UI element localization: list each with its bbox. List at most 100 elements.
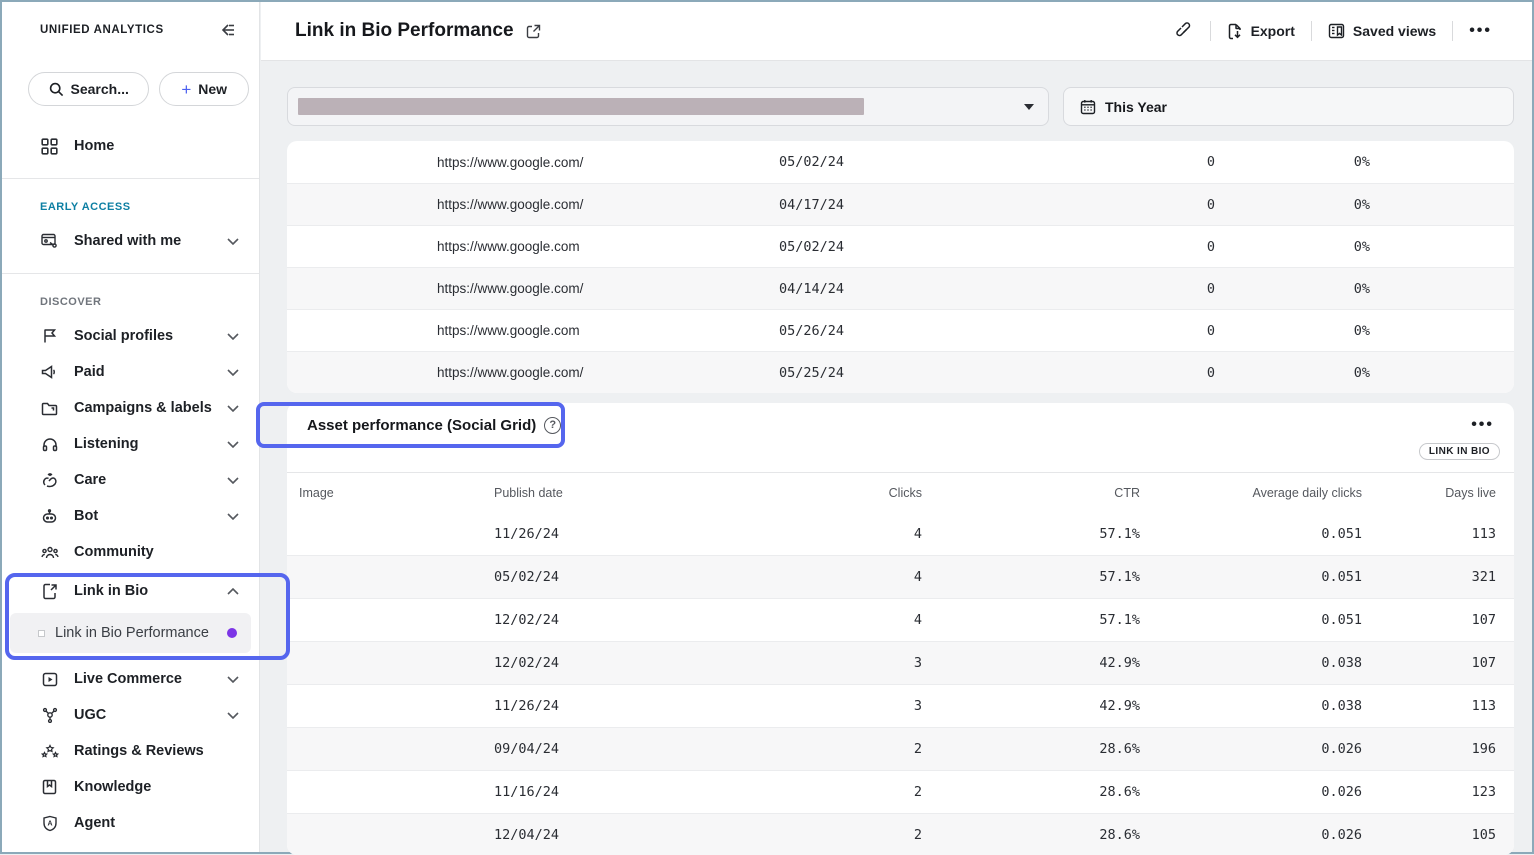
table-row[interactable]: 12/02/24 4 57.1% 0.051 107	[287, 598, 1514, 641]
column-header-image[interactable]: Image	[287, 486, 494, 500]
cell-ctr: 28.6%	[924, 741, 1142, 757]
open-external-icon[interactable]	[526, 24, 541, 39]
column-header-days-live[interactable]: Days live	[1364, 486, 1514, 500]
table-row[interactable]: 12/02/24 3 42.9% 0.038 107	[287, 641, 1514, 684]
sidebar-item-community[interactable]: Community	[2, 534, 259, 570]
asset-card-kebab-menu[interactable]: •••	[1471, 416, 1494, 434]
cell-clicks: 3	[754, 698, 924, 714]
search-button[interactable]: Search...	[28, 72, 149, 106]
sidebar-subitem-link-in-bio-performance-label: Link in Bio Performance	[55, 625, 217, 641]
sidebar-item-care[interactable]: Care	[2, 462, 259, 498]
table-row[interactable]: 11/16/24 2 28.6% 0.026 123	[287, 770, 1514, 813]
sidebar-subitem-link-in-bio-performance[interactable]: Link in Bio Performance	[10, 613, 251, 653]
care-hand-icon	[40, 472, 59, 488]
cell-days-live: 196	[1364, 741, 1514, 757]
chevron-down-icon	[227, 676, 239, 683]
sidebar-item-shared-with-me-label: Shared with me	[74, 233, 212, 249]
asset-performance-title: Asset performance (Social Grid) ?	[307, 417, 561, 434]
asset-performance-card: Asset performance (Social Grid) ? ••• LI…	[287, 403, 1514, 855]
new-button-label: New	[198, 81, 227, 97]
table-row[interactable]: https://www.google.com/ 05/25/24 0 0% 0 …	[287, 351, 1514, 393]
cell-days-live: 321	[1364, 569, 1514, 585]
table-row[interactable]: https://www.google.com 05/26/24 0 0% 0 2…	[287, 309, 1514, 351]
column-header-average-daily-clicks[interactable]: Average daily clicks	[1142, 486, 1364, 500]
redacted-filter-value	[298, 98, 864, 115]
cell-clicks: 2	[754, 741, 924, 757]
sidebar-item-agent[interactable]: A Agent	[2, 805, 259, 841]
table-row[interactable]: https://www.google.com/ 04/14/24 0 0% 0 …	[287, 267, 1514, 309]
table-row[interactable]: 09/04/24 2 28.6% 0.026 196	[287, 727, 1514, 770]
table-row[interactable]: 05/02/24 4 57.1% 0.051 321	[287, 555, 1514, 598]
cell-publish-date: 05/02/24	[779, 154, 1062, 170]
cell-publish-date: 12/04/24	[494, 827, 754, 843]
folder-tag-icon	[40, 401, 59, 416]
cell-average-daily-clicks: 0.051	[1142, 569, 1364, 585]
sidebar-item-campaigns-labels[interactable]: Campaigns & labels	[2, 390, 259, 426]
sidebar-item-social-profiles[interactable]: Social profiles	[2, 318, 259, 354]
cell-url: https://www.google.com	[437, 323, 779, 338]
sidebar-item-home-label: Home	[74, 138, 239, 154]
export-button[interactable]: Export	[1227, 23, 1295, 40]
sidebar-item-campaigns-labels-label: Campaigns & labels	[74, 400, 212, 416]
dropdown-caret-icon	[1024, 104, 1034, 110]
cell-publish-date: 05/26/24	[779, 323, 1062, 339]
copy-link-icon[interactable]	[1176, 22, 1194, 40]
asset-performance-title-text: Asset performance (Social Grid)	[307, 417, 536, 434]
column-header-ctr[interactable]: CTR	[924, 486, 1142, 500]
sidebar-item-bot[interactable]: Bot	[2, 498, 259, 534]
date-range-picker[interactable]: This Year	[1063, 87, 1514, 126]
cell-publish-date: 09/04/24	[494, 741, 754, 757]
cell-ctr: 42.9%	[924, 655, 1142, 671]
cell-clicks: 2	[754, 827, 924, 843]
cell-ctr: 0%	[1217, 323, 1372, 339]
new-button[interactable]: + New	[159, 72, 249, 106]
header-kebab-menu[interactable]: •••	[1469, 22, 1492, 40]
sidebar-item-listening[interactable]: Listening	[2, 426, 259, 462]
cell-publish-date: 12/02/24	[494, 655, 754, 671]
cell-url: https://www.google.com/	[437, 155, 779, 170]
sidebar-item-care-label: Care	[74, 472, 212, 488]
search-icon	[49, 82, 64, 97]
table-row[interactable]: https://www.google.com/ 05/02/24 0 0% 0 …	[287, 141, 1514, 183]
sidebar-item-knowledge[interactable]: Knowledge	[2, 769, 259, 805]
plus-icon: +	[181, 81, 191, 98]
help-icon[interactable]: ?	[544, 417, 561, 434]
divider	[2, 273, 259, 274]
table-row[interactable]: 12/04/24 2 28.6% 0.026 105	[287, 813, 1514, 855]
filter-bar: This Year	[261, 61, 1532, 126]
cell-days-live: 107	[1364, 612, 1514, 628]
divider	[2, 178, 259, 179]
sidebar-item-ugc[interactable]: UGC	[2, 697, 259, 733]
cell-average-daily-clicks: 0	[1372, 281, 1514, 297]
sidebar-item-shared-with-me[interactable]: Shared with me	[2, 223, 259, 259]
cell-clicks: 4	[754, 526, 924, 542]
chevron-down-icon	[227, 405, 239, 412]
collapse-sidebar-icon[interactable]	[219, 22, 237, 38]
table-row[interactable]: 11/26/24 3 42.9% 0.038 113	[287, 684, 1514, 727]
chevron-down-icon	[227, 513, 239, 520]
sidebar-item-ratings-reviews[interactable]: Ratings & Reviews	[2, 733, 259, 769]
sidebar-item-link-in-bio[interactable]: Link in Bio	[2, 573, 259, 609]
sidebar-item-paid[interactable]: Paid	[2, 354, 259, 390]
sidebar-item-social-profiles-label: Social profiles	[74, 328, 212, 344]
play-screen-icon	[40, 672, 59, 687]
sidebar-item-bot-label: Bot	[74, 508, 212, 524]
table-row[interactable]: https://www.google.com/ 04/17/24 0 0% 0 …	[287, 183, 1514, 225]
cell-average-daily-clicks: 0.026	[1142, 827, 1364, 843]
sidebar-item-live-commerce[interactable]: Live Commerce	[2, 661, 259, 697]
column-header-clicks[interactable]: Clicks	[754, 486, 924, 500]
table-row[interactable]: https://www.google.com 05/02/24 0 0% 0 3…	[287, 225, 1514, 267]
filter-dropdown[interactable]	[287, 87, 1049, 126]
table-row[interactable]: 11/26/24 4 57.1% 0.051 113	[287, 512, 1514, 555]
link-in-bio-group: Link in Bio Link in Bio Performance	[2, 573, 259, 653]
cell-publish-date: 12/02/24	[494, 612, 754, 628]
cell-url: https://www.google.com/	[437, 281, 779, 296]
saved-views-button[interactable]: Saved views	[1328, 23, 1436, 39]
cell-ctr: 28.6%	[924, 784, 1142, 800]
column-header-publish-date[interactable]: Publish date	[494, 486, 754, 500]
page-title-text: Link in Bio Performance	[295, 20, 514, 42]
sidebar-item-home[interactable]: Home	[2, 128, 259, 164]
divider	[1311, 21, 1312, 41]
home-grid-icon	[40, 138, 59, 155]
brand-logo: UNIFIED ANALYTICS	[40, 24, 164, 36]
